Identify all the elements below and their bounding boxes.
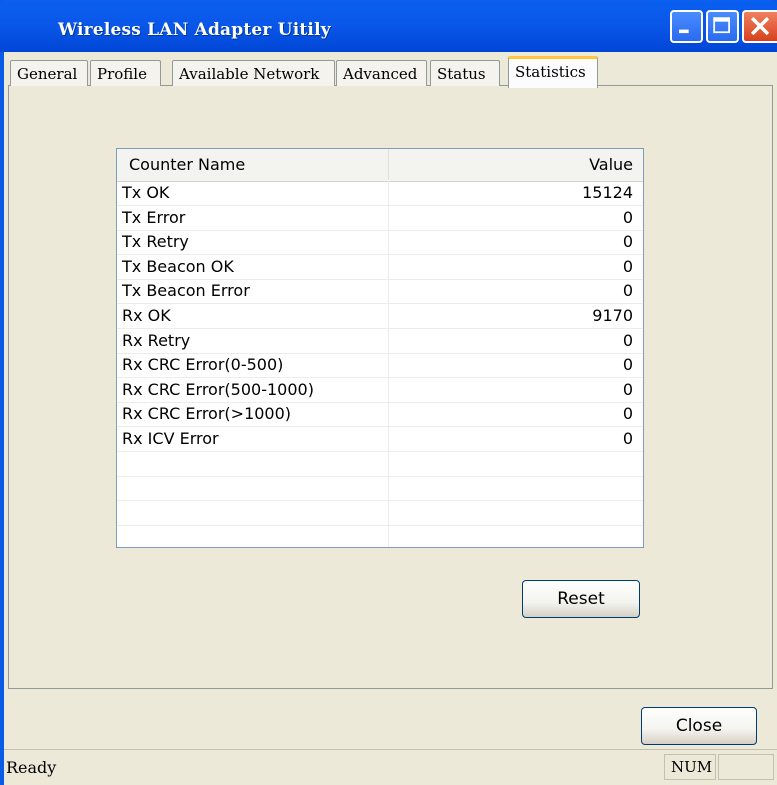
maximize-button[interactable] bbox=[706, 10, 739, 43]
cell-counter-name: Rx CRC Error(0-500) bbox=[117, 353, 389, 378]
table-row-empty[interactable] bbox=[117, 500, 643, 526]
table-row[interactable]: Tx Beacon Error 0 bbox=[117, 279, 643, 305]
cell-counter-name: Rx CRC Error(500-1000) bbox=[117, 377, 389, 402]
cell-value bbox=[390, 501, 643, 525]
close-window-button[interactable] bbox=[742, 10, 777, 43]
tab-panel-statistics: Counter Name Value Tx OK 15124 Tx Error 0 Tx… bbox=[8, 85, 773, 689]
tab-profile[interactable]: Profile bbox=[90, 60, 161, 86]
cell-value: 15124 bbox=[582, 183, 633, 202]
maximize-icon bbox=[713, 17, 730, 34]
cell-counter-name bbox=[117, 525, 389, 547]
cell-counter-name: Tx Error bbox=[117, 205, 389, 230]
minimize-icon bbox=[679, 29, 689, 34]
cell-counter-name: Tx Retry bbox=[117, 230, 389, 255]
cell-counter-name: Tx Beacon Error bbox=[117, 279, 389, 304]
cell-value bbox=[390, 476, 643, 500]
list-header: Counter Name Value bbox=[117, 149, 643, 182]
cell-counter-name: Rx OK bbox=[117, 304, 389, 328]
cell-counter-name: Tx Beacon OK bbox=[117, 254, 389, 279]
cell-value: 9170 bbox=[592, 306, 633, 325]
cell-value: 0 bbox=[622, 281, 633, 301]
cell-value: 0 bbox=[622, 429, 633, 448]
close-button[interactable]: Close bbox=[641, 707, 757, 745]
cell-counter-name: Rx Retry bbox=[117, 328, 389, 353]
cell-value bbox=[390, 452, 643, 476]
cell-counter-name: Tx OK bbox=[117, 181, 389, 205]
statistics-list[interactable]: Counter Name Value Tx OK 15124 Tx Error 0 Tx… bbox=[116, 148, 644, 548]
cell-counter-name: Rx CRC Error(>1000) bbox=[117, 402, 389, 427]
reset-button[interactable]: Reset bbox=[522, 580, 640, 618]
cell-value: 0 bbox=[622, 355, 633, 375]
status-bar: Ready NUM bbox=[4, 749, 777, 785]
cell-counter-name bbox=[117, 476, 389, 501]
tab-available-network[interactable]: Available Network bbox=[172, 60, 335, 86]
num-lock-indicator: NUM bbox=[664, 754, 716, 780]
cell-value bbox=[390, 525, 643, 547]
cell-value: 0 bbox=[622, 379, 633, 399]
app-window: Wireless LAN Adapter Uitily Counter Name bbox=[0, 0, 777, 785]
cell-value: 0 bbox=[622, 207, 633, 227]
cell-counter-name: Rx ICV Error bbox=[117, 427, 389, 451]
table-row[interactable]: Rx CRC Error(>1000) 0 bbox=[117, 402, 643, 428]
column-header-counter-name[interactable]: Counter Name bbox=[117, 149, 389, 180]
tab-advanced[interactable]: Advanced bbox=[336, 60, 427, 86]
cell-value: 0 bbox=[622, 232, 633, 252]
title-bar[interactable]: Wireless LAN Adapter Uitily bbox=[0, 0, 777, 52]
cell-value: 0 bbox=[622, 404, 633, 424]
column-header-value[interactable]: Value bbox=[390, 149, 643, 180]
dialog-client-area: Counter Name Value Tx OK 15124 Tx Error 0 Tx… bbox=[4, 52, 777, 785]
minimize-button[interactable] bbox=[670, 10, 703, 43]
cell-counter-name bbox=[117, 500, 389, 525]
table-row-empty[interactable] bbox=[117, 476, 643, 502]
status-text: Ready bbox=[6, 758, 57, 777]
tab-statistics[interactable]: Statistics bbox=[508, 56, 598, 88]
table-row-empty[interactable] bbox=[117, 525, 643, 547]
table-row[interactable]: Rx OK 9170 bbox=[117, 304, 643, 329]
table-row[interactable]: Rx ICV Error 0 bbox=[117, 427, 643, 452]
table-row[interactable]: Rx CRC Error(0-500) 0 bbox=[117, 353, 643, 379]
table-row-empty[interactable] bbox=[117, 451, 643, 477]
tab-status[interactable]: Status bbox=[430, 60, 500, 86]
table-row[interactable]: Tx OK 15124 bbox=[117, 181, 643, 206]
cell-counter-name bbox=[117, 451, 389, 476]
window-title: Wireless LAN Adapter Uitily bbox=[58, 20, 331, 40]
cell-value: 0 bbox=[622, 330, 633, 350]
status-panel-empty bbox=[718, 754, 774, 780]
table-row[interactable]: Rx CRC Error(500-1000) 0 bbox=[117, 377, 643, 403]
table-row[interactable]: Tx Beacon OK 0 bbox=[117, 254, 643, 280]
close-icon bbox=[750, 16, 770, 36]
tab-general[interactable]: General bbox=[10, 60, 88, 86]
table-row[interactable]: Rx Retry 0 bbox=[117, 328, 643, 354]
cell-value: 0 bbox=[622, 256, 633, 276]
table-row[interactable]: Tx Error 0 bbox=[117, 205, 643, 231]
table-row[interactable]: Tx Retry 0 bbox=[117, 230, 643, 256]
